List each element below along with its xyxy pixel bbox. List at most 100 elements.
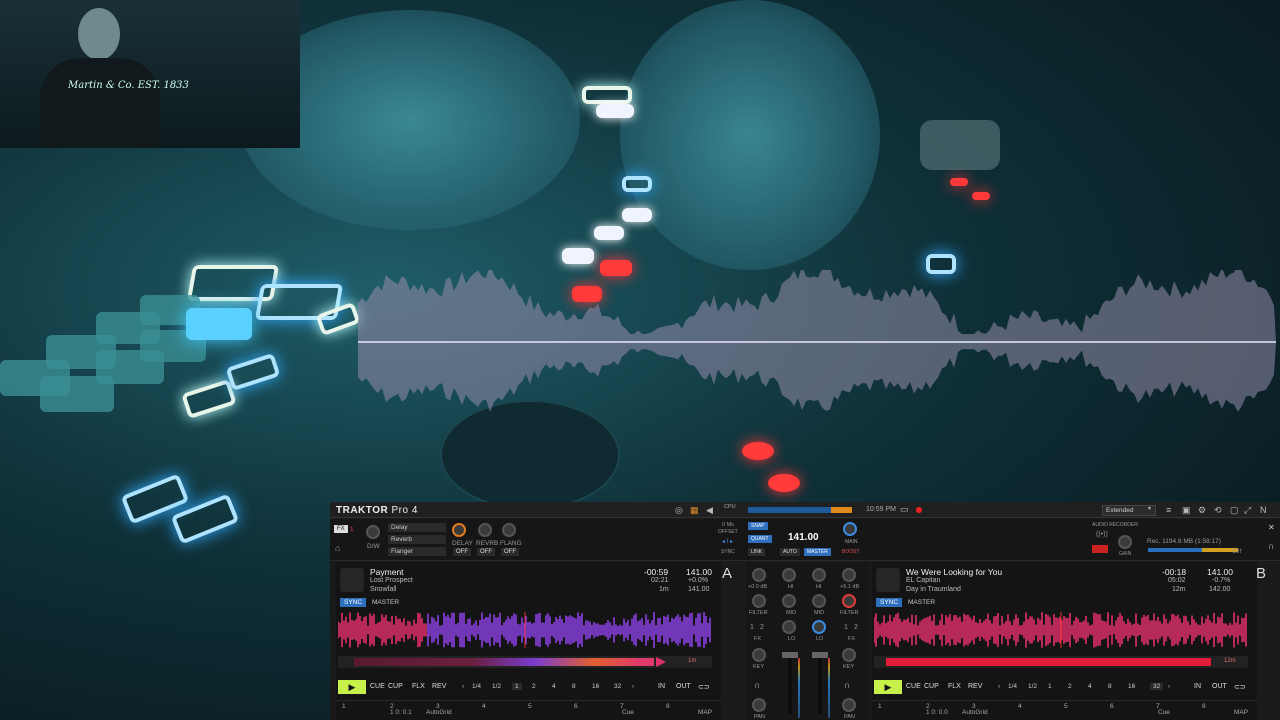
play-button[interactable]: ▶ [874,680,902,694]
map-label[interactable]: MAP [1234,709,1248,716]
grid-mode[interactable]: AutoGrid [426,709,452,716]
fullscreen-icon[interactable]: ⤢ [1244,505,1251,516]
deck-letter[interactable]: B [1256,565,1266,582]
fx-dw-knob[interactable] [366,525,380,539]
loop-size-8[interactable]: 8 [572,683,576,690]
cue-type[interactable]: Cue [622,709,634,716]
fx-delay-toggle[interactable]: OFF [453,548,471,556]
deck-a-key-knob[interactable] [752,648,766,662]
loop-in-button[interactable]: IN [658,683,665,690]
deck-a-cue-headphone-icon[interactable]: ∩ [754,680,760,690]
deck-a-filter-knob[interactable] [752,594,766,608]
fx-reverb-toggle[interactable]: OFF [477,548,495,556]
stripe-overview[interactable]: 1m [338,656,712,668]
loop-in-button[interactable]: IN [1194,683,1201,690]
deck-a-volume-fader[interactable] [788,654,792,714]
loop-size-4[interactable]: 4 [552,683,556,690]
loop-next[interactable]: › [632,683,634,690]
snapshot-icon[interactable]: ▣ [1182,505,1191,516]
reverse-button[interactable]: REV [432,683,446,690]
midi-icon[interactable]: ◎ [675,505,683,516]
deck-b-hi-knob[interactable] [812,568,826,582]
master-button[interactable]: MASTER [804,548,831,556]
deck-b-fx-assign-1[interactable]: 1 [844,624,848,631]
deck-a-fader-cap[interactable] [782,652,798,658]
reverse-button[interactable]: REV [968,683,982,690]
cue-button[interactable]: CUE [906,683,921,690]
quant-button[interactable]: QUANT [748,535,772,543]
list-icon[interactable]: ≡ [1166,505,1171,515]
fx-slot-2[interactable]: Reverb [388,535,446,544]
stripe-overview[interactable]: 12m [874,656,1248,668]
record-button[interactable] [1092,545,1108,553]
loop-size-32[interactable]: 32 [614,683,621,690]
deck-b-key-knob[interactable] [842,648,856,662]
gear-icon[interactable]: ⚙ [1198,505,1206,516]
loop-next[interactable]: › [1168,683,1170,690]
loop-size-4[interactable]: 4 [1088,683,1092,690]
chevron-down-icon[interactable]: ▾ [1148,505,1151,512]
loop-size-32[interactable]: 32 [1150,683,1164,690]
flux-button[interactable]: FLX [948,683,961,690]
flux-button[interactable]: FLX [412,683,425,690]
recorder-loop-icon[interactable]: ((•)) [1096,531,1108,538]
sync-button[interactable]: SYNC [876,598,903,607]
deck-b-gain-knob[interactable] [842,568,856,582]
deck-a-pan-knob[interactable] [752,698,766,712]
grid-mode[interactable]: AutoGrid [962,709,988,716]
map-label[interactable]: MAP [698,709,712,716]
loop-out-button[interactable]: OUT [676,683,691,690]
loop-prev[interactable]: ‹ [462,683,464,690]
deck-b-fx-assign-2[interactable]: 2 [854,624,858,631]
link-button[interactable]: LINK [748,548,766,556]
fx-slot-1[interactable]: Delay [388,523,446,532]
loop-size-1[interactable]: 1 [1048,683,1052,690]
deck-a-lo-knob[interactable] [782,620,796,634]
deck-b-volume-fader[interactable] [818,654,822,714]
deck-a-fx-assign-1[interactable]: 1 [750,624,754,631]
auto-button[interactable]: AUTO [780,548,800,556]
loop-size-1-2[interactable]: 1/2 [492,683,501,690]
cup-button[interactable]: CUP [924,683,939,690]
deck-b-pan-knob[interactable] [842,698,856,712]
master-bpm[interactable]: 141.00 [788,532,819,543]
sync-button[interactable]: SYNC [340,598,367,607]
fx-slot-3[interactable]: Flanger [388,547,446,556]
window-icon[interactable]: ▢ [1230,505,1239,516]
close-icon[interactable]: ✕ [1268,523,1275,532]
fx-reverb-knob[interactable] [478,523,492,537]
deck-a-hi-knob[interactable] [782,568,796,582]
speaker-icon[interactable]: ◀ [706,505,713,516]
loop-toggle-icon[interactable]: ⊂⊃ [1234,683,1246,691]
loop-size-1-2[interactable]: 1/2 [1028,683,1037,690]
deck-a-gain-knob[interactable] [752,568,766,582]
recorder-gain-knob[interactable] [1118,535,1132,549]
track-waveform[interactable] [338,612,712,648]
main-volume-knob[interactable] [843,522,857,536]
fx-flanger-toggle[interactable]: OFF [501,548,519,556]
deck-b-cue-headphone-icon[interactable]: ∩ [844,680,850,690]
deck-a-mid-knob[interactable] [782,594,796,608]
play-button[interactable]: ▶ [338,680,366,694]
loop-out-button[interactable]: OUT [1212,683,1227,690]
track-waveform[interactable] [874,612,1248,648]
deck-a-fx-assign-2[interactable]: 2 [760,624,764,631]
cue-type[interactable]: Cue [1158,709,1170,716]
loop-size-2[interactable]: 2 [1068,683,1072,690]
fx-flanger-knob[interactable] [502,523,516,537]
cup-button[interactable]: CUP [388,683,403,690]
headphone-icon[interactable]: ∩ [1268,541,1274,551]
deck-b-filter-knob[interactable] [842,594,856,608]
fx-delay-knob[interactable] [452,523,466,537]
master-button[interactable]: MASTER [904,598,939,607]
deck-letter[interactable]: A [722,565,732,582]
loop-prev[interactable]: ‹ [998,683,1000,690]
snap-button[interactable]: SNAP [748,522,768,530]
audio-icon[interactable]: ▦ [690,505,699,516]
deck-b-mid-knob[interactable] [812,594,826,608]
loop-size-1-4[interactable]: 1/4 [472,683,481,690]
loop-size-2[interactable]: 2 [532,683,536,690]
loop-size-16[interactable]: 16 [1128,683,1135,690]
loop-size-8[interactable]: 8 [1108,683,1112,690]
loop-size-1[interactable]: 1 [512,683,522,690]
